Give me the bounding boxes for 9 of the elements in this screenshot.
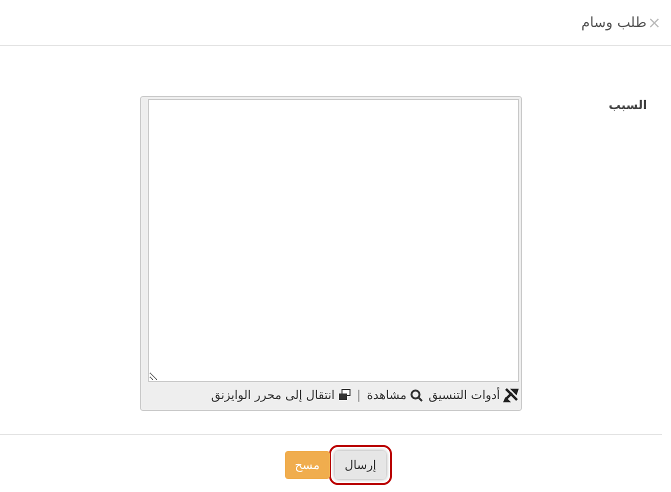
dialog-title: طلب وسام <box>581 14 647 30</box>
toolbar-link[interactable]: أدوات التنسيق <box>428 388 500 402</box>
field-label: السبب <box>608 97 647 114</box>
search-icon <box>410 388 423 402</box>
separator: | <box>356 388 361 402</box>
windows-icon <box>338 389 351 401</box>
toolbar-link[interactable]: انتقال إلى محرر الوايزنق <box>211 388 335 402</box>
toolbar-link[interactable]: مشاهدة <box>366 388 407 402</box>
submit-button[interactable]: إرسال <box>334 451 386 479</box>
